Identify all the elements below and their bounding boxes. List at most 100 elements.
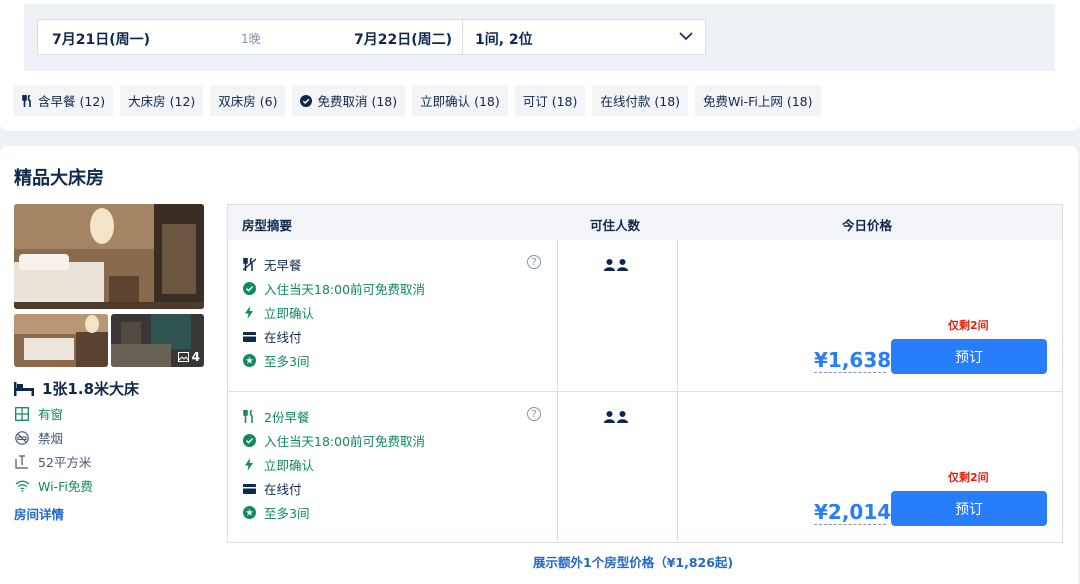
meal-info: 无早餐 xyxy=(242,255,302,274)
utensils-icon xyxy=(22,94,33,107)
meal-label: 2份早餐 xyxy=(264,410,310,425)
feature-area: 52平方米 xyxy=(14,452,91,471)
check-circle-icon xyxy=(242,282,256,295)
room-photo-thumb[interactable] xyxy=(14,314,108,367)
meal-info: 2份早餐 xyxy=(242,407,309,426)
guest-selector[interactable]: 1间, 2位 xyxy=(463,19,706,55)
credit-card-icon xyxy=(242,483,256,494)
room-limit: 至多3间 xyxy=(242,503,309,522)
table-header: 房型摘要 可住人数 今日价格 xyxy=(228,205,1062,240)
bed-label: 1张1.8米大床 xyxy=(42,380,140,398)
show-more-rates-link[interactable]: 展示额外1个房型价格（¥1,826起) xyxy=(533,552,733,571)
filter-label: 含早餐 (12) xyxy=(38,94,106,109)
chevron-down-icon xyxy=(679,32,693,41)
check-circle-icon xyxy=(300,94,313,107)
bed-icon xyxy=(14,381,34,396)
payment-type: 在线付 xyxy=(242,479,302,498)
rate-table: 房型摘要 可住人数 今日价格 无早餐 ? 入住当天18:00前可免费取消 立即确… xyxy=(227,204,1063,543)
no-breakfast-icon xyxy=(242,258,256,271)
rooms-left-badge: 仅剩2间 xyxy=(948,319,989,332)
image-icon xyxy=(177,352,189,362)
column-divider xyxy=(677,240,678,542)
table-row: 无早餐 ? 入住当天18:00前可免费取消 立即确认 在线付 至多3间 仅剩2间… xyxy=(228,240,1062,391)
feature-area-label: 52平方米 xyxy=(38,455,92,470)
filter-instant-confirm[interactable]: 立即确认 (18) xyxy=(412,85,508,116)
feature-wifi-label: Wi-Fi免费 xyxy=(38,479,93,494)
price[interactable]: ¥1,638 xyxy=(814,348,891,373)
payment-type: 在线付 xyxy=(242,327,302,346)
room-details-link[interactable]: 房间详情 xyxy=(14,504,64,523)
filter-king-bed[interactable]: 大床房 (12) xyxy=(120,85,204,116)
room-card: 精品大床房 4 1张1.8米大床 有窗 禁烟 52平方米 Wi-Fi免费 房间详… xyxy=(0,146,1078,584)
feature-window-label: 有窗 xyxy=(38,407,64,422)
header-price: 今日价格 xyxy=(842,218,893,233)
room-limit: 至多3间 xyxy=(242,351,309,370)
payment-label: 在线付 xyxy=(264,482,302,497)
book-button[interactable]: 预订 xyxy=(891,339,1047,374)
header-occupancy: 可住人数 xyxy=(590,218,641,233)
filter-label: 大床房 (12) xyxy=(128,94,196,109)
lightning-icon xyxy=(242,458,256,471)
confirm-label: 立即确认 xyxy=(264,306,315,321)
limit-label: 至多3间 xyxy=(264,354,310,369)
checkin-date[interactable]: 7月21日(周一) xyxy=(52,29,150,49)
filter-label: 立即确认 (18) xyxy=(420,94,500,109)
limit-label: 至多3间 xyxy=(264,506,310,521)
search-panel: 7月21日(周一) 1晚 7月22日(周二) 1间, 2位 含早餐 (12) 大… xyxy=(0,0,1080,131)
instant-confirm: 立即确认 xyxy=(242,303,314,322)
room-photo-main[interactable] xyxy=(14,204,204,309)
date-picker[interactable]: 7月21日(周一) 1晚 7月22日(周二) xyxy=(37,19,463,55)
filter-available[interactable]: 可订 (18) xyxy=(514,85,586,116)
help-icon[interactable]: ? xyxy=(527,255,541,269)
room-photo-more[interactable]: 4 xyxy=(111,314,204,367)
filter-bar: 含早餐 (12) 大床房 (12) 双床房 (6) 免费取消 (18) 立即确认… xyxy=(14,85,821,116)
header-summary: 房型摘要 xyxy=(242,218,293,233)
filter-free-cancel[interactable]: 免费取消 (18) xyxy=(292,85,406,116)
guest-summary: 1间, 2位 xyxy=(475,32,533,48)
utensils-icon xyxy=(242,410,256,423)
payment-label: 在线付 xyxy=(264,330,302,345)
filter-free-wifi[interactable]: 免费Wi-Fi上网 (18) xyxy=(695,85,821,116)
no-smoking-icon xyxy=(14,430,30,445)
rooms-left-badge: 仅剩2间 xyxy=(948,471,989,484)
occupancy-icon xyxy=(604,411,628,423)
filter-label: 可订 (18) xyxy=(522,94,578,109)
lightning-icon xyxy=(242,306,256,319)
feature-wifi: Wi-Fi免费 xyxy=(14,476,93,495)
price[interactable]: ¥2,014 xyxy=(814,500,891,525)
book-button[interactable]: 预订 xyxy=(891,491,1047,526)
filter-label: 在线付款 (18) xyxy=(600,94,681,109)
confirm-label: 立即确认 xyxy=(264,458,315,473)
feature-smoking-label: 禁烟 xyxy=(38,431,64,446)
nights-count: 1晚 xyxy=(241,32,261,46)
meal-label: 无早餐 xyxy=(264,258,302,273)
check-circle-icon xyxy=(242,434,256,447)
feature-window: 有窗 xyxy=(14,404,63,423)
cancel-policy: 入住当天18:00前可免费取消 xyxy=(242,431,425,450)
checkout-date[interactable]: 7月22日(周二) xyxy=(354,29,452,49)
cancel-label: 入住当天18:00前可免费取消 xyxy=(264,434,426,449)
photo-count: 4 xyxy=(191,350,200,364)
window-icon xyxy=(14,406,30,421)
filter-label: 免费取消 (18) xyxy=(317,94,398,109)
wifi-icon xyxy=(14,480,30,492)
filter-twin-bed[interactable]: 双床房 (6) xyxy=(210,85,286,116)
help-icon[interactable]: ? xyxy=(527,407,541,421)
filter-label: 免费Wi-Fi上网 (18) xyxy=(703,94,813,109)
column-divider xyxy=(557,240,558,542)
cancel-label: 入住当天18:00前可免费取消 xyxy=(264,282,426,297)
cancel-policy: 入住当天18:00前可免费取消 xyxy=(242,279,425,298)
instant-confirm: 立即确认 xyxy=(242,455,314,474)
feature-smoking: 禁烟 xyxy=(14,428,63,447)
filter-breakfast[interactable]: 含早餐 (12) xyxy=(14,85,114,116)
search-bar: 7月21日(周一) 1晚 7月22日(周二) 1间, 2位 xyxy=(24,4,1055,71)
photo-count-badge: 4 xyxy=(177,350,200,364)
star-circle-icon xyxy=(242,354,256,367)
star-circle-icon xyxy=(242,506,256,519)
table-row: 2份早餐 ? 入住当天18:00前可免费取消 立即确认 在线付 至多3间 仅剩2… xyxy=(228,391,1062,542)
bed-info: 1张1.8米大床 xyxy=(14,378,139,399)
occupancy-icon xyxy=(604,259,628,271)
filter-label: 双床房 (6) xyxy=(218,94,278,109)
filter-online-pay[interactable]: 在线付款 (18) xyxy=(592,85,689,116)
credit-card-icon xyxy=(242,331,256,342)
